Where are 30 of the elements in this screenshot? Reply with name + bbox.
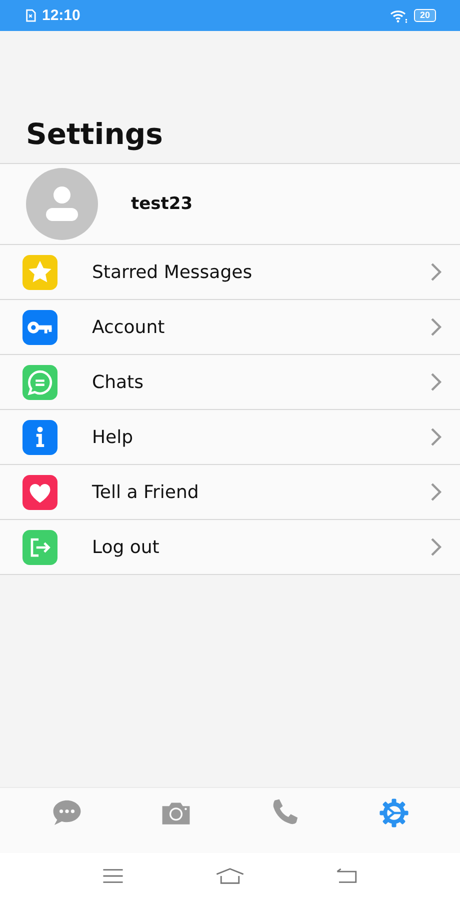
settings-item[interactable]: Log out: [0, 520, 460, 575]
page-title: Settings: [26, 117, 163, 151]
sim-card-icon: [25, 9, 36, 22]
home-icon[interactable]: [214, 868, 246, 884]
item-label: Tell a Friend: [92, 482, 200, 502]
clock-time: 12:10: [42, 7, 80, 24]
chevron-icon: [430, 317, 442, 337]
settings-item[interactable]: Account: [0, 300, 460, 355]
settings-item[interactable]: Chats: [0, 355, 460, 410]
wifi-icon: [390, 8, 408, 22]
profile-name: test23: [131, 194, 193, 214]
chevron-icon: [430, 537, 442, 557]
chevron-icon: [430, 372, 442, 392]
settings-item[interactable]: Help: [0, 410, 460, 465]
gear-icon[interactable]: [378, 797, 410, 829]
battery-level: 20: [414, 9, 436, 22]
settings-item[interactable]: Starred Messages: [0, 245, 460, 300]
menu-icon[interactable]: [102, 868, 124, 884]
item-label: Chats: [92, 372, 144, 392]
settings-item[interactable]: Tell a Friend: [0, 465, 460, 520]
profile-row[interactable]: test23: [0, 163, 460, 245]
item-label: Account: [92, 316, 166, 338]
back-icon[interactable]: [336, 868, 358, 884]
item-label: Log out: [92, 536, 160, 558]
item-label: Help: [92, 426, 134, 448]
chevron-icon: [430, 427, 442, 447]
chevron-icon: [430, 262, 442, 282]
item-label: Starred Messages: [92, 262, 254, 282]
chevron-icon: [430, 482, 442, 502]
avatar: [26, 168, 98, 240]
